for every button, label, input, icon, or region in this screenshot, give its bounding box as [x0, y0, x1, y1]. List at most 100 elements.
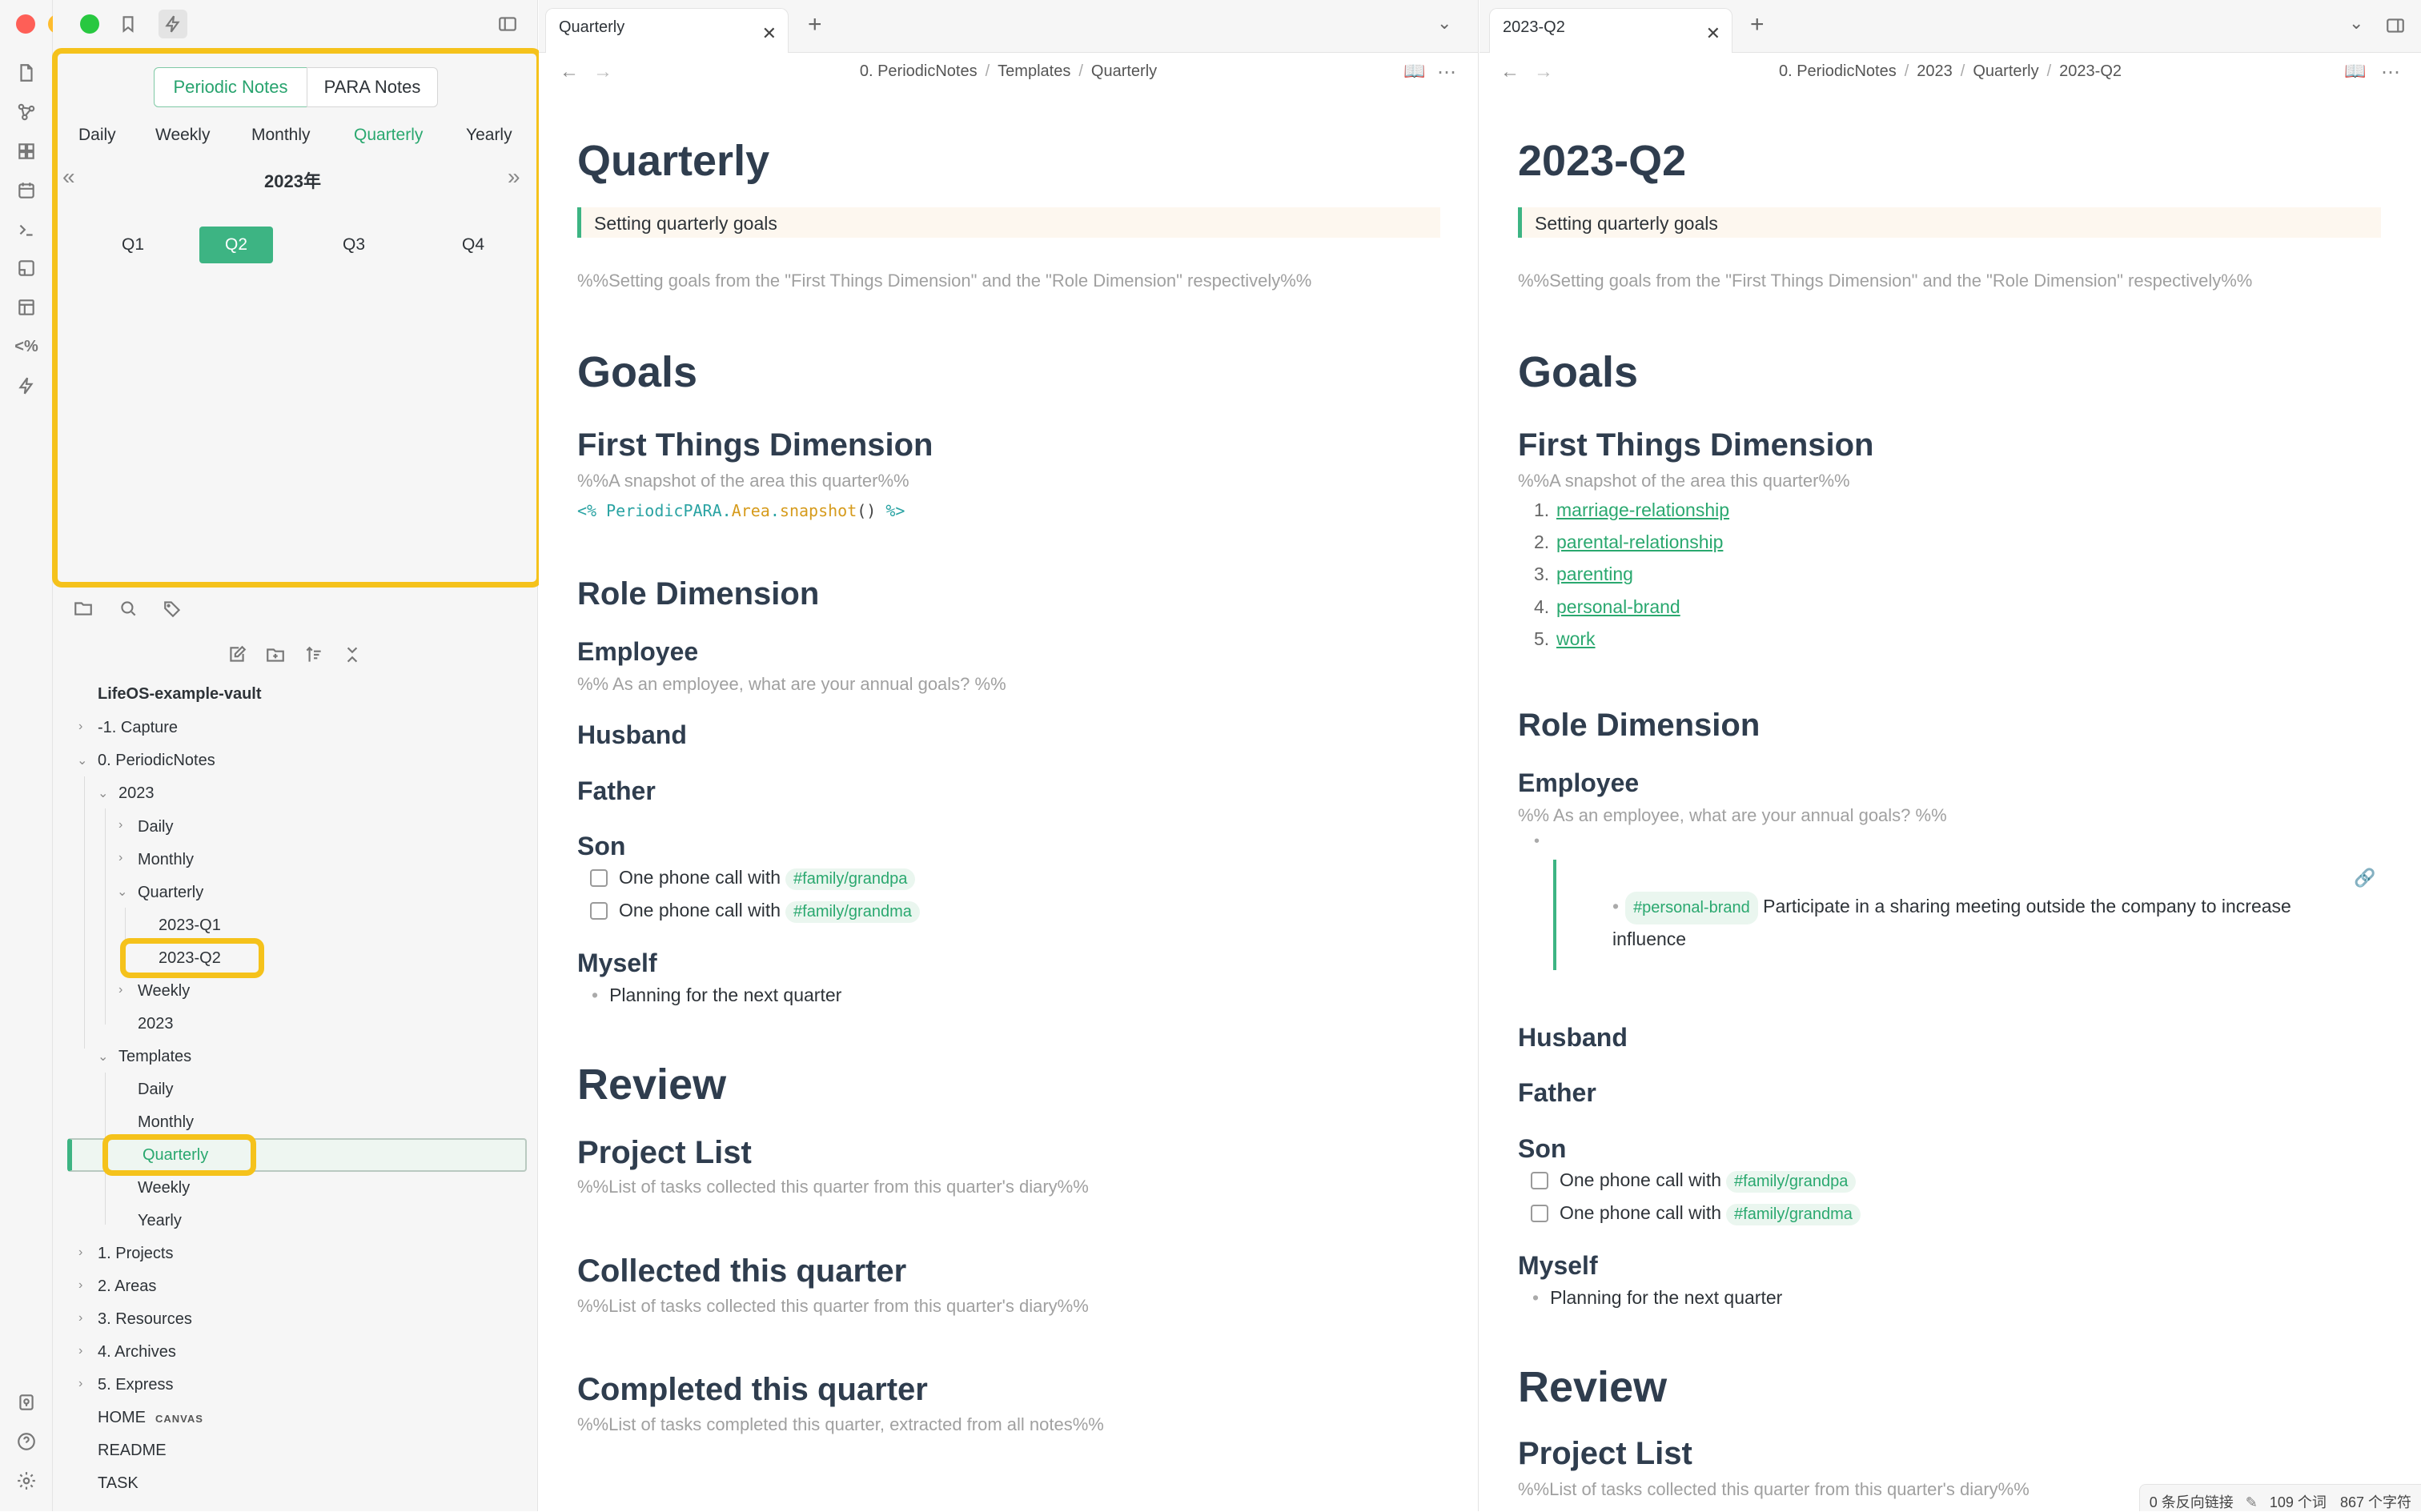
- tab-2023-q2[interactable]: 2023-Q2 ✕: [1489, 8, 1732, 53]
- tab-quarterly[interactable]: Quarterly ✕: [545, 8, 789, 53]
- chevron-down-icon[interactable]: ⌄: [117, 884, 127, 900]
- tree-file-readme[interactable]: README: [98, 1442, 167, 1460]
- comment: %%List of tasks collected this quarter f…: [577, 1296, 1089, 1316]
- tree-file-yearly[interactable]: Yearly: [138, 1212, 182, 1230]
- chevron-down-icon[interactable]: ⌄: [77, 752, 87, 768]
- tab-list-chevron-icon[interactable]: ⌄: [1437, 13, 1451, 34]
- task-checkbox[interactable]: [590, 902, 608, 920]
- close-window-button[interactable]: [16, 14, 35, 34]
- tag[interactable]: #family/grandma: [1726, 1204, 1861, 1225]
- chevron-down-icon[interactable]: ⌄: [98, 1049, 108, 1065]
- tree-folder-daily[interactable]: Daily: [138, 818, 173, 836]
- internal-link[interactable]: parenting: [1556, 563, 1633, 584]
- files-icon[interactable]: [11, 58, 42, 88]
- dashboard-icon[interactable]: [11, 136, 42, 166]
- task-checkbox[interactable]: [1531, 1205, 1548, 1222]
- tree-file-monthly[interactable]: Monthly: [138, 1113, 194, 1132]
- bookmark-icon[interactable]: [114, 10, 143, 38]
- internal-link[interactable]: parental-relationship: [1556, 531, 1723, 552]
- tree-folder-quarterly[interactable]: Quarterly: [138, 884, 203, 902]
- tree-file-weekly[interactable]: Weekly: [138, 1179, 190, 1197]
- help-icon[interactable]: [11, 1426, 42, 1457]
- internal-link[interactable]: personal-brand: [1556, 596, 1680, 617]
- breadcrumb-item[interactable]: 0. PeriodicNotes: [1779, 62, 1897, 80]
- chevron-right-icon[interactable]: ›: [118, 818, 122, 832]
- tag[interactable]: #personal-brand: [1625, 892, 1758, 924]
- close-icon[interactable]: ✕: [762, 23, 777, 44]
- tree-file-2023[interactable]: 2023: [138, 1015, 174, 1033]
- tree-folder-capture[interactable]: -1. Capture: [98, 719, 178, 737]
- new-tab-icon[interactable]: +: [808, 11, 822, 38]
- reading-view-icon[interactable]: 📖: [1403, 61, 1425, 82]
- tree-folder-templates[interactable]: Templates: [118, 1048, 191, 1066]
- backlinks-count[interactable]: 0 条反向链接: [2150, 1494, 2234, 1510]
- lightning-tab-icon[interactable]: [159, 10, 187, 38]
- tag[interactable]: #family/grandpa: [785, 868, 916, 890]
- breadcrumb-item[interactable]: 2023: [1917, 62, 1953, 80]
- breadcrumb-item[interactable]: Quarterly: [1091, 62, 1157, 80]
- tab-list-chevron-icon[interactable]: ⌄: [2349, 13, 2363, 34]
- task-checkbox[interactable]: [590, 869, 608, 887]
- more-options-icon[interactable]: ⋯: [1437, 61, 1456, 84]
- more-options-icon[interactable]: ⋯: [2381, 61, 2400, 84]
- breadcrumb-item[interactable]: 0. PeriodicNotes: [860, 62, 978, 80]
- status-bar: 0 条反向链接 ✎ 109 个词 867 个字符: [2138, 1484, 2421, 1511]
- breadcrumb-item[interactable]: Templates: [998, 62, 1070, 80]
- tree-folder-monthly[interactable]: Monthly: [138, 851, 194, 869]
- search-icon[interactable]: [114, 594, 143, 623]
- tree-folder-2023[interactable]: 2023: [118, 784, 155, 803]
- terminal-icon[interactable]: [11, 215, 42, 245]
- tree-file-2023-q1[interactable]: 2023-Q1: [159, 916, 221, 935]
- tree-file-home[interactable]: HOME CANVAS: [98, 1409, 203, 1427]
- templater-icon[interactable]: <%: [11, 331, 42, 362]
- chevron-right-icon[interactable]: ›: [78, 1377, 82, 1391]
- tree-file-task[interactable]: TASK: [98, 1474, 139, 1493]
- template-icon[interactable]: [11, 292, 42, 323]
- chevron-right-icon[interactable]: ›: [78, 1344, 82, 1358]
- graph-icon[interactable]: [11, 97, 42, 127]
- settings-icon[interactable]: [11, 1466, 42, 1496]
- task-checkbox[interactable]: [1531, 1172, 1548, 1189]
- chevron-right-icon[interactable]: ›: [118, 851, 122, 865]
- new-folder-icon[interactable]: [261, 640, 290, 669]
- close-icon[interactable]: ✕: [1706, 23, 1720, 44]
- tree-folder-areas[interactable]: 2. Areas: [98, 1277, 156, 1296]
- chevron-right-icon[interactable]: ›: [78, 1245, 82, 1260]
- tree-folder-periodicnotes[interactable]: 0. PeriodicNotes: [98, 752, 215, 770]
- new-note-icon[interactable]: [223, 640, 251, 669]
- reading-view-icon[interactable]: 📖: [2344, 61, 2366, 82]
- heading-employee: Employee: [577, 637, 699, 666]
- tree-file-daily[interactable]: Daily: [138, 1081, 173, 1099]
- folder-icon[interactable]: [69, 594, 98, 623]
- tree-folder-archives[interactable]: 4. Archives: [98, 1343, 176, 1362]
- chevron-down-icon[interactable]: ⌄: [98, 785, 108, 801]
- tags-icon[interactable]: [159, 594, 187, 623]
- chevron-right-icon[interactable]: ›: [78, 720, 82, 734]
- right-sidebar-toggle-icon[interactable]: [2381, 11, 2410, 40]
- tag[interactable]: #family/grandpa: [1726, 1171, 1857, 1193]
- collapse-all-icon[interactable]: [338, 640, 367, 669]
- internal-link[interactable]: marriage-relationship: [1556, 499, 1729, 520]
- new-tab-icon[interactable]: +: [1750, 11, 1765, 38]
- maximize-window-button[interactable]: [80, 14, 99, 34]
- chevron-right-icon[interactable]: ›: [78, 1311, 82, 1326]
- chevron-right-icon[interactable]: ›: [118, 983, 122, 997]
- breadcrumb-item[interactable]: Quarterly: [1973, 62, 2038, 80]
- link-icon[interactable]: 🔗: [2354, 868, 2375, 888]
- internal-link[interactable]: work: [1556, 628, 1596, 649]
- tree-folder-projects[interactable]: 1. Projects: [98, 1245, 173, 1263]
- vault-name[interactable]: LifeOS-example-vault: [98, 685, 262, 704]
- tree-folder-weekly[interactable]: Weekly: [138, 982, 190, 1001]
- tree-folder-resources[interactable]: 3. Resources: [98, 1310, 192, 1329]
- calendar-icon[interactable]: [11, 175, 42, 206]
- edit-icon[interactable]: ✎: [2246, 1494, 2258, 1510]
- chevron-right-icon[interactable]: ›: [78, 1278, 82, 1293]
- tag[interactable]: #family/grandma: [785, 901, 920, 923]
- sidebar-toggle-icon[interactable]: [493, 10, 522, 38]
- vault-icon[interactable]: [11, 1387, 42, 1418]
- lightning-icon[interactable]: [11, 371, 42, 401]
- tree-folder-express[interactable]: 5. Express: [98, 1376, 173, 1394]
- canvas-icon[interactable]: [11, 253, 42, 283]
- sort-icon[interactable]: [299, 640, 328, 669]
- breadcrumb-item[interactable]: 2023-Q2: [2059, 62, 2122, 80]
